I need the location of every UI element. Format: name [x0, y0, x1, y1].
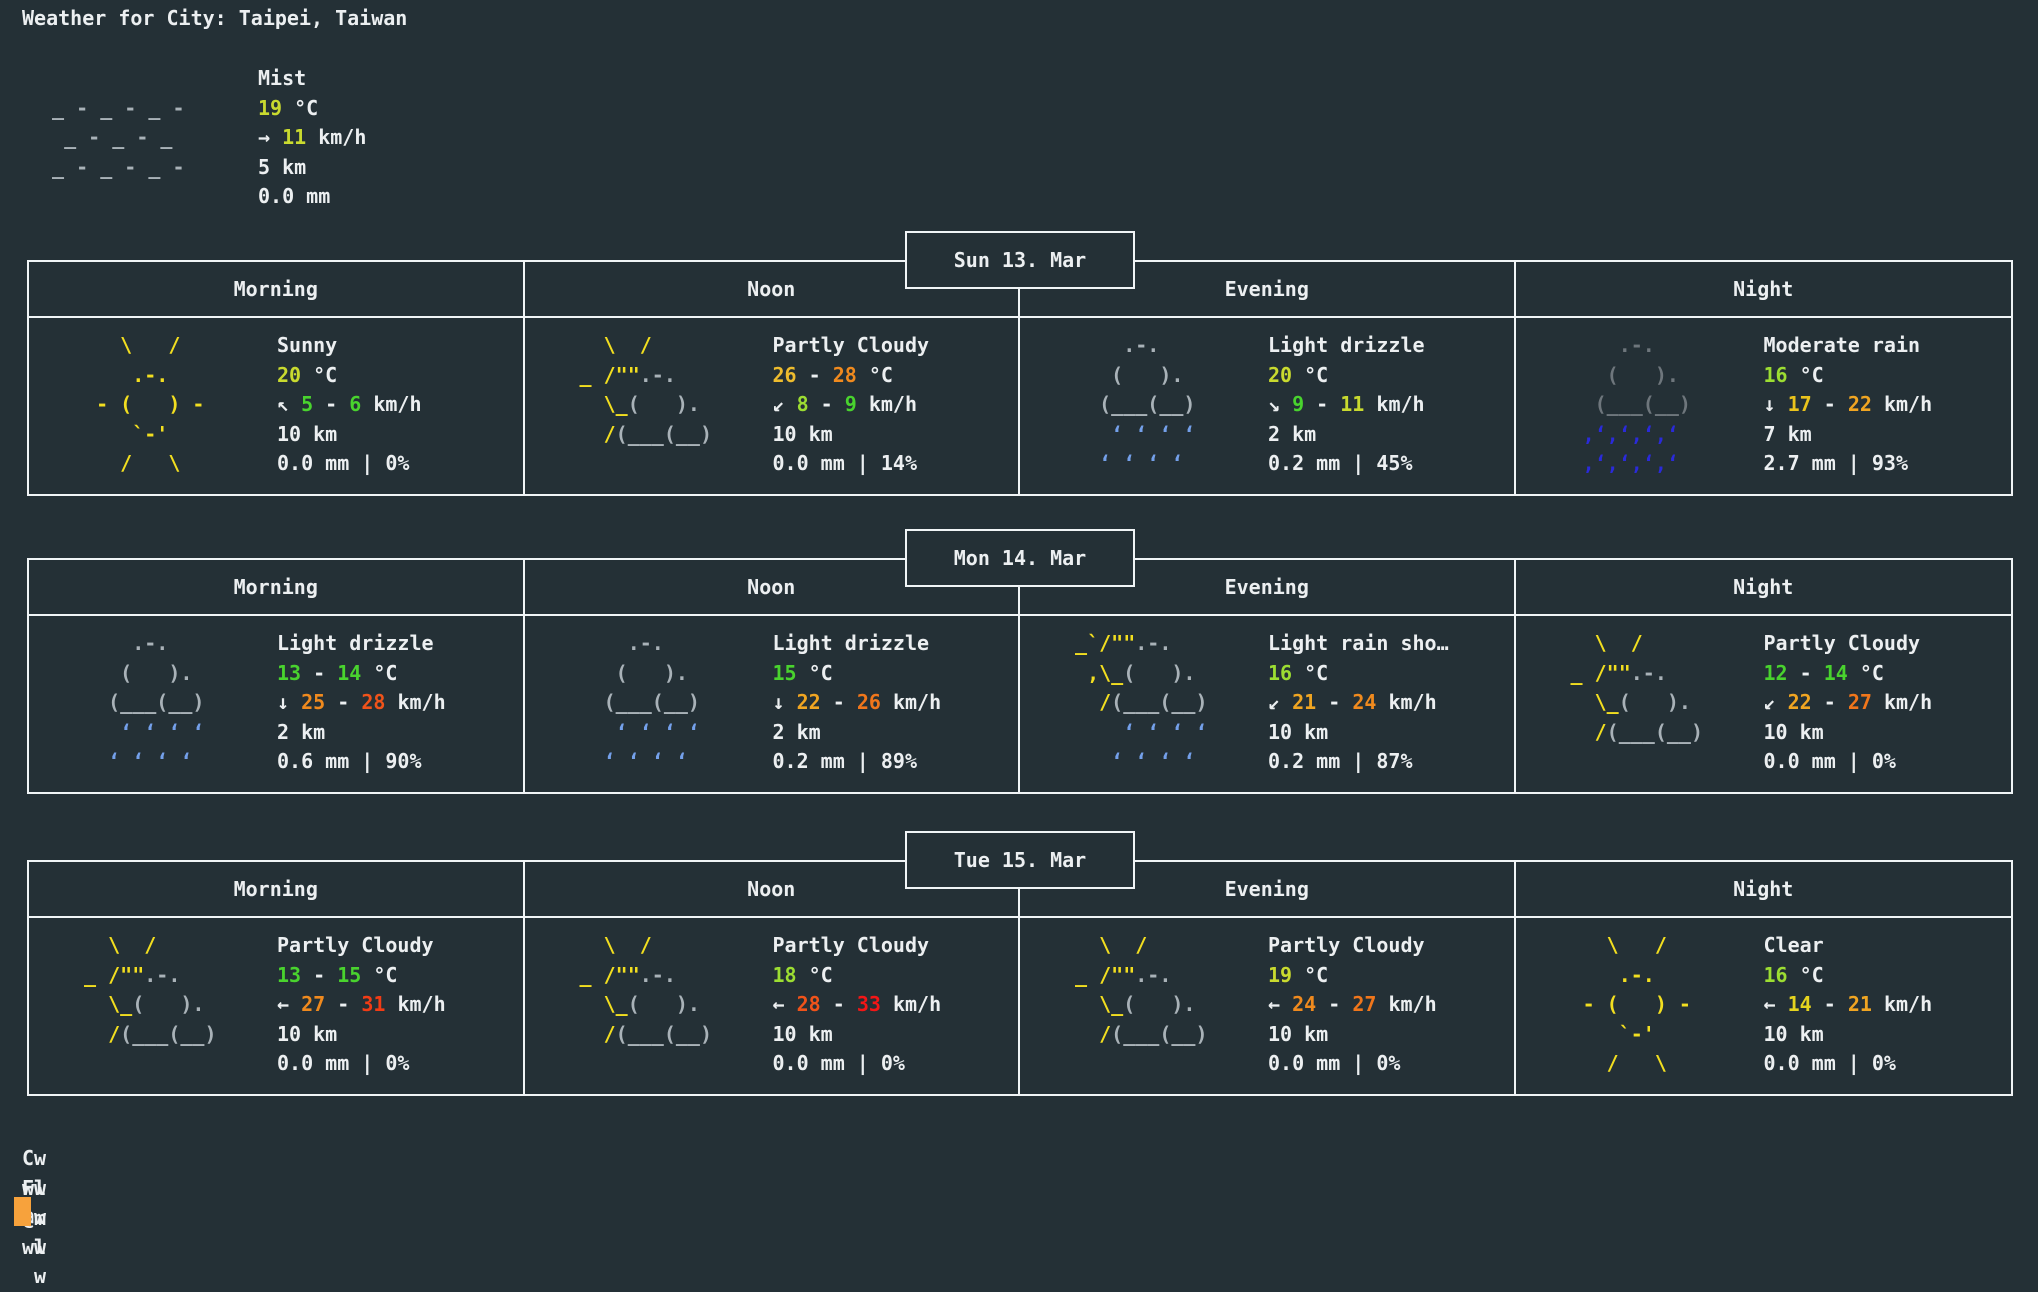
partly-cloudy-icon: \ / _ /"".-. \_( ). /(___(__) — [568, 331, 713, 449]
partly-cloudy-icon: \ / _ /"".-. \_( ). /(___(__) — [1559, 629, 1704, 747]
column-header-night: Night — [1516, 560, 2012, 614]
column-header-morning: Morning — [29, 862, 525, 916]
forecast-cell-evening: \ / _ /"".-. \_( ). /(___(__) Partly Clo… — [1020, 918, 1516, 1094]
forecast-details: Clear 16 °C ← 14 - 21 km/h 10 km 0.0 mm … — [1764, 931, 1933, 1079]
forecast-day-tue: MorningNoonEveningNight \ / _ /"".-. \_(… — [27, 831, 2013, 1073]
forecast-table: MorningNoonEveningNight \ / .-. - ( ) - … — [27, 260, 2013, 496]
light-rain-shower-icon: _`/"".-. ,\_( ). /(___(__) ʻ ʻ ʻ ʻ ʻ ʻ ʻ… — [1063, 629, 1208, 777]
current-conditions: Mist 19 °C → 11 km/h 5 km 0.0 mm — [258, 64, 366, 212]
column-header-night: Night — [1516, 862, 2012, 916]
date-label: Sun 13. Mar — [905, 231, 1135, 289]
forecast-cell-morning: \ / .-. - ( ) - `-' / \ Sunny 20 °C ↖ 5 -… — [29, 318, 525, 494]
light-drizzle-icon: .-. ( ). (___(__) ʻ ʻ ʻ ʻ ʻ ʻ ʻ ʻ — [1063, 331, 1195, 479]
column-header-night: Night — [1516, 262, 2012, 316]
forecast-details: Partly Cloudy 26 - 28 °C ↙ 8 - 9 km/h 10… — [773, 331, 930, 479]
forecast-details: Light drizzle 20 °C ↘ 9 - 11 km/h 2 km 0… — [1268, 331, 1425, 479]
forecast-cell-morning: .-. ( ). (___(__) ʻ ʻ ʻ ʻ ʻ ʻ ʻ ʻ Light d… — [29, 616, 525, 792]
forecast-details: Moderate rain 16 °C ↓ 17 - 22 km/h 7 km … — [1764, 331, 1933, 479]
light-drizzle-icon: .-. ( ). (___(__) ʻ ʻ ʻ ʻ ʻ ʻ ʻ ʻ — [72, 629, 204, 777]
light-drizzle-icon: .-. ( ). (___(__) ʻ ʻ ʻ ʻ ʻ ʻ ʻ ʻ — [568, 629, 700, 777]
forecast-details: Sunny 20 °C ↖ 5 - 6 km/h 10 km 0.0 mm | … — [277, 331, 422, 479]
forecast-cell-noon: \ / _ /"".-. \_( ). /(___(__) Partly Clo… — [525, 318, 1021, 494]
forecast-cell-night: \ / .-. - ( ) - `-' / \ Clear 16 °C ← 14 … — [1516, 918, 2012, 1094]
terminal-cursor — [14, 1197, 31, 1226]
date-label: Tue 15. Mar — [905, 831, 1135, 889]
forecast-cell-noon: .-. ( ). (___(__) ʻ ʻ ʻ ʻ ʻ ʻ ʻ ʻ Light d… — [525, 616, 1021, 792]
page-title: Weather for City: Taipei, Taiwan — [22, 4, 407, 34]
forecast-day-mon: MorningNoonEveningNight .-. ( ). (___(__… — [27, 529, 2013, 771]
forecast-details: Partly Cloudy 18 °C ← 28 - 33 km/h 10 km… — [773, 931, 942, 1079]
forecast-details: Partly Cloudy 12 - 14 °C ↙ 22 - 27 km/h … — [1764, 629, 1933, 777]
forecast-table: MorningNoonEveningNight \ / _ /"".-. \_(… — [27, 860, 2013, 1096]
forecast-cell-morning: \ / _ /"".-. \_( ). /(___(__) Partly Clo… — [29, 918, 525, 1094]
forecast-details: Light drizzle 13 - 14 °C ↓ 25 - 28 km/h … — [277, 629, 446, 777]
mist-icon: _ - _ - _ - _ - _ - _ _ - _ - _ - — [40, 64, 185, 182]
moderate-rain-icon: .-. ( ). (___(__) ‚ʻ‚ʻ‚ʻ‚ʻ ‚ʻ‚ʻ‚ʻ‚ʻ — [1559, 331, 1691, 479]
forecast-cell-noon: \ / _ /"".-. \_( ). /(___(__) Partly Clo… — [525, 918, 1021, 1094]
forecast-details: Partly Cloudy 13 - 15 °C ← 27 - 31 km/h … — [277, 931, 446, 1079]
forecast-cell-evening: _`/"".-. ,\_( ). /(___(__) ʻ ʻ ʻ ʻ ʻ ʻ ʻ… — [1020, 616, 1516, 792]
terminal-window: Weather for City: Taipei, Taiwan _ - _ -… — [0, 0, 2038, 1249]
forecast-table: MorningNoonEveningNight .-. ( ). (___(__… — [27, 558, 2013, 794]
column-header-morning: Morning — [29, 560, 525, 614]
sunny-icon: \ / .-. - ( ) - `-' / \ — [1559, 931, 1691, 1079]
forecast-details: Light rain sho… 16 °C ↙ 21 - 24 km/h 10 … — [1268, 629, 1449, 777]
forecast-details: Light drizzle 15 °C ↓ 22 - 26 km/h 2 km … — [773, 629, 942, 777]
date-label: Mon 14. Mar — [905, 529, 1135, 587]
column-header-morning: Morning — [29, 262, 525, 316]
partly-cloudy-icon: \ / _ /"".-. \_( ). /(___(__) — [1063, 931, 1208, 1049]
partly-cloudy-icon: \ / _ /"".-. \_( ). /(___(__) — [72, 931, 217, 1049]
forecast-cell-night: \ / _ /"".-. \_( ). /(___(__) Partly Clo… — [1516, 616, 2012, 792]
forecast-cell-night: .-. ( ). (___(__) ‚ʻ‚ʻ‚ʻ‚ʻ ‚ʻ‚ʻ‚ʻ‚ʻ Moder… — [1516, 318, 2012, 494]
sunny-icon: \ / .-. - ( ) - `-' / \ — [72, 331, 204, 479]
partly-cloudy-icon: \ / _ /"".-. \_( ). /(___(__) — [568, 931, 713, 1049]
forecast-day-sun: MorningNoonEveningNight \ / .-. - ( ) - … — [27, 231, 2013, 473]
forecast-cell-evening: .-. ( ). (___(__) ʻ ʻ ʻ ʻ ʻ ʻ ʻ ʻ Light d… — [1020, 318, 1516, 494]
forecast-details: Partly Cloudy 19 °C ← 24 - 27 km/h 10 km… — [1268, 931, 1437, 1079]
